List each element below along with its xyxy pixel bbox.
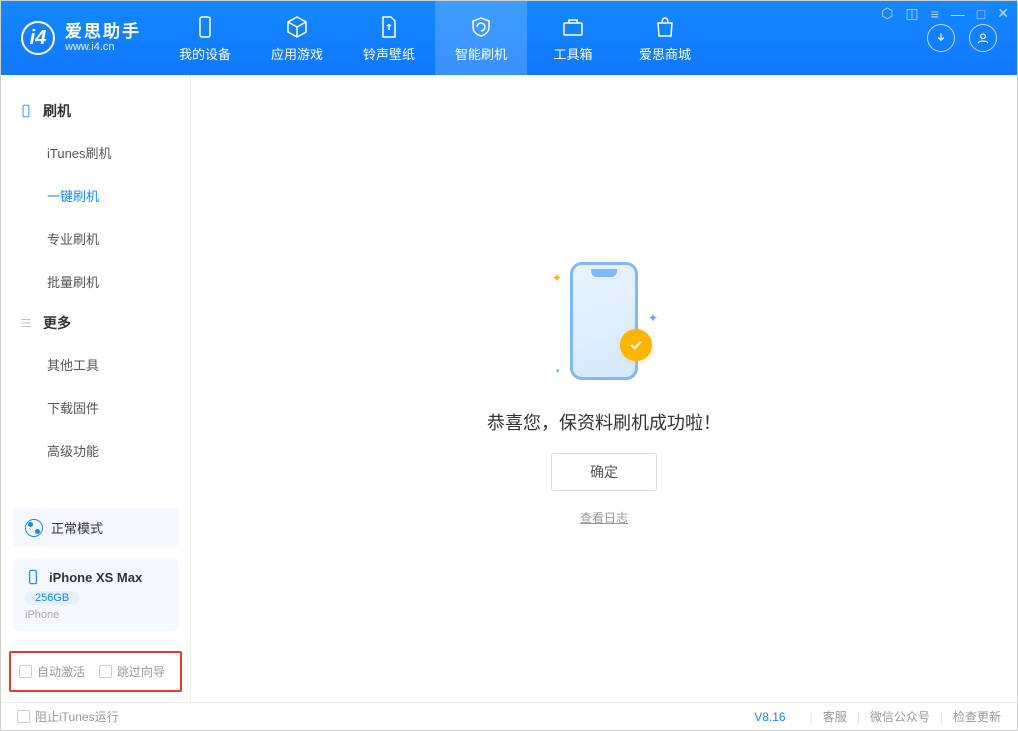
device-info-box[interactable]: iPhone XS Max 256GB iPhone [13,559,178,631]
sidebar-group-flash: 刷机 [1,91,190,131]
device-icon [192,14,218,40]
sidebar-item-itunes-flash[interactable]: iTunes刷机 [1,131,190,174]
tab-label: 我的设备 [179,44,231,63]
success-illustration: ✦ ✦ • [534,251,674,391]
device-name: iPhone XS Max [49,570,142,585]
phone-illustration [570,262,638,380]
tab-apps-games[interactable]: 应用游戏 [251,1,343,75]
tab-label: 爱思商城 [639,44,691,63]
wechat-link[interactable]: 微信公众号 [870,708,930,725]
view-log-link[interactable]: 查看日志 [580,509,628,526]
status-bar: 阻止iTunes运行 V8.16 | 客服 | 微信公众号 | 检查更新 [1,702,1017,730]
flash-options-highlight: 自动激活 跳过向导 [9,651,182,692]
checkbox-icon [99,665,112,678]
cube-icon [284,14,310,40]
download-button[interactable] [927,24,955,52]
profile-button[interactable] [969,24,997,52]
maximize-button[interactable]: □ [977,6,985,22]
mode-icon [25,519,43,537]
app-header: i4 爱思助手 www.i4.cn 我的设备 应用游戏 铃声壁纸 智能刷机 工具… [1,1,1017,75]
refresh-shield-icon [468,14,494,40]
window-controls: ⬡ ◫ ≡ — □ ✕ [881,5,1009,22]
menu-icon[interactable]: ≡ [931,6,939,22]
check-update-link[interactable]: 检查更新 [953,708,1001,725]
checkbox-label: 自动激活 [37,663,85,680]
sparkle-icon: ✦ [648,311,658,325]
close-button[interactable]: ✕ [997,5,1009,22]
minimize-button[interactable]: — [951,6,965,22]
sidebar-item-other-tools[interactable]: 其他工具 [1,343,190,386]
sidebar-item-download-firmware[interactable]: 下载固件 [1,386,190,429]
tab-label: 工具箱 [553,44,592,63]
checkbox-auto-activate[interactable]: 自动激活 [19,663,85,680]
checkbox-label: 阻止iTunes运行 [35,708,119,725]
sparkle-icon: • [556,366,560,377]
success-message: 恭喜您，保资料刷机成功啦！ [487,409,721,435]
feedback-icon[interactable]: ◫ [905,5,918,22]
device-mode-box[interactable]: 正常模式 [13,508,178,547]
confirm-button[interactable]: 确定 [551,453,657,491]
tab-ringtone-wallpaper[interactable]: 铃声壁纸 [343,1,435,75]
tab-label: 应用游戏 [271,44,323,63]
check-badge-icon [620,329,652,361]
checkbox-icon [17,710,30,723]
toolbox-icon [560,14,586,40]
sidebar-item-batch-flash[interactable]: 批量刷机 [1,260,190,303]
list-icon [19,316,33,330]
logo-icon: i4 [21,21,55,55]
sidebar-group-label: 更多 [43,313,71,333]
sidebar-group-label: 刷机 [43,101,71,121]
mode-label: 正常模式 [51,518,103,537]
checkbox-block-itunes[interactable]: 阻止iTunes运行 [17,708,119,725]
device-type: iPhone [25,609,166,621]
bag-icon [652,14,678,40]
phone-icon [19,104,33,118]
sparkle-icon: ✦ [552,271,562,285]
app-subtitle: www.i4.cn [65,41,141,53]
tab-store[interactable]: 爱思商城 [619,1,711,75]
checkbox-label: 跳过向导 [117,663,165,680]
tab-label: 智能刷机 [455,44,507,63]
theme-icon[interactable]: ⬡ [881,5,893,22]
version-label: V8.16 [754,710,785,724]
app-title: 爱思助手 [65,23,141,42]
main-content: ✦ ✦ • 恭喜您，保资料刷机成功啦！ 确定 查看日志 [191,75,1017,702]
main-tabs: 我的设备 应用游戏 铃声壁纸 智能刷机 工具箱 爱思商城 [159,1,711,75]
checkbox-skip-guide[interactable]: 跳过向导 [99,663,165,680]
sidebar: 刷机 iTunes刷机 一键刷机 专业刷机 批量刷机 更多 其他工具 下载固件 … [1,75,191,702]
tab-my-device[interactable]: 我的设备 [159,1,251,75]
logo: i4 爱思助手 www.i4.cn [1,1,159,75]
tab-smart-flash[interactable]: 智能刷机 [435,1,527,75]
phone-icon [25,569,41,585]
sidebar-group-more: 更多 [1,303,190,343]
checkbox-icon [19,665,32,678]
sidebar-item-pro-flash[interactable]: 专业刷机 [1,217,190,260]
tab-toolbox[interactable]: 工具箱 [527,1,619,75]
support-link[interactable]: 客服 [823,708,847,725]
tab-label: 铃声壁纸 [363,44,415,63]
sidebar-item-advanced[interactable]: 高级功能 [1,429,190,472]
sidebar-item-onekey-flash[interactable]: 一键刷机 [1,174,190,217]
music-file-icon [376,14,402,40]
device-capacity: 256GB [25,591,79,605]
